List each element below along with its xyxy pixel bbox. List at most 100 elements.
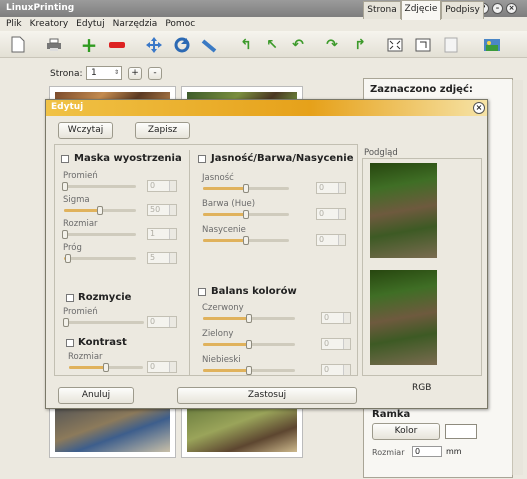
page-spinbox[interactable]: 1 ⇕ [86,66,122,80]
param-label: Jasność [202,173,234,183]
color-swatch[interactable] [445,424,477,439]
param-slider[interactable] [64,254,136,263]
slider-handle[interactable] [103,363,109,372]
param-slider[interactable] [203,210,289,219]
slider-handle[interactable] [246,340,252,349]
blur-checkbox[interactable] [66,294,74,302]
param-slider[interactable] [62,230,136,239]
slider-handle[interactable] [62,318,69,327]
hsb-checkbox[interactable] [198,155,206,163]
param-slider[interactable] [203,314,295,323]
size-label: Rozmiar [372,448,405,457]
param-label: Niebieski [202,355,241,365]
blank-icon[interactable] [441,35,461,54]
tab-captions[interactable]: Podpisy [441,1,484,19]
param-label: Zielony [202,329,234,339]
menu-wizards[interactable]: Kreatory [30,17,69,31]
close-icon[interactable]: × [506,3,517,14]
slider-fill [203,369,249,372]
page-plus-button[interactable]: + [128,67,142,80]
menu-bar: Plik Kreatory Edytuj Narzędzia Pomoc [0,17,527,31]
color-button[interactable]: Kolor [372,423,440,440]
tab-page[interactable]: Strona [363,1,401,19]
param-label: Barwa (Hue) [202,199,256,209]
size-unit: mm [446,447,462,456]
arrow-back-icon[interactable]: ↶ [288,35,308,54]
param-label: Czerwony [202,303,244,313]
contrast-checkbox[interactable] [66,339,74,347]
param-slider[interactable] [203,184,289,193]
arrow-forward-icon[interactable]: ↱ [350,35,370,54]
param-slider[interactable] [64,206,136,215]
new-page-icon[interactable] [8,35,28,54]
menu-tools[interactable]: Narzędzia [113,17,158,31]
preview-label: Podgląd [364,148,398,158]
param-spinbox[interactable]: 0 [316,182,346,194]
menu-edit[interactable]: Edytuj [76,17,104,31]
arrow-up-left-icon[interactable]: ↖ [262,35,282,54]
photo-thumbnail-3[interactable] [50,402,175,457]
slider-handle[interactable] [243,210,249,219]
menu-file[interactable]: Plik [6,17,22,31]
rotate-icon[interactable] [172,35,192,54]
cancel-button[interactable]: Anuluj [58,387,134,404]
param-spinbox[interactable]: 50 [147,204,177,216]
panel-scrollbar[interactable] [512,80,523,475]
param-slider[interactable] [203,340,295,349]
param-slider[interactable] [62,182,136,191]
param-label: Próg [63,243,82,253]
column-divider [189,150,190,375]
arrow-right-icon[interactable]: ↷ [322,35,342,54]
slider-handle[interactable] [97,206,103,215]
add-icon[interactable]: + [79,33,99,57]
slider-handle[interactable] [246,314,252,323]
param-slider[interactable] [69,363,143,372]
param-slider[interactable] [203,236,289,245]
slider-fill [203,213,246,216]
param-spinbox[interactable]: 5 [147,252,177,264]
slider-handle[interactable] [243,184,249,193]
param-spinbox[interactable]: 0 [321,338,351,350]
param-spinbox[interactable]: 0 [316,208,346,220]
slider-fill [203,317,249,320]
export-icon[interactable] [413,35,433,54]
slider-handle[interactable] [246,366,252,375]
flip-icon[interactable] [200,35,220,54]
tab-photo[interactable]: Zdjęcie [401,0,441,20]
load-button[interactable]: Wczytaj [58,122,113,139]
fit-icon[interactable] [385,35,405,54]
remove-icon[interactable] [107,35,127,54]
apply-button[interactable]: Zastosuj [177,387,357,404]
spin-arrows-icon[interactable]: ⇕ [114,67,119,79]
preview-modified-image [370,270,437,365]
sharpen-checkbox[interactable] [61,155,69,163]
param-spinbox[interactable]: 0 [147,180,177,192]
slider-handle[interactable] [64,254,71,263]
selected-photos-heading: Zaznaczono zdjęć: [370,84,473,95]
photo-thumbnail-4[interactable] [182,402,302,457]
settings-icon[interactable] [482,35,502,54]
slider-fill [203,239,246,242]
slider-handle[interactable] [62,230,69,239]
param-spinbox[interactable]: 1 [147,228,177,240]
save-button[interactable]: Zapisz [135,122,190,139]
param-spinbox[interactable]: 0 [321,312,351,324]
menu-help[interactable]: Pomoc [165,17,195,31]
slider-handle[interactable] [243,236,249,245]
param-spinbox[interactable]: 0 [147,361,177,373]
print-icon[interactable] [44,35,64,54]
slider-fill [203,343,249,346]
param-spinbox[interactable]: 0 [321,364,351,376]
size-field[interactable]: 0 [412,446,442,457]
param-spinbox[interactable]: 0 [147,316,177,328]
move-icon[interactable] [144,35,164,54]
arrow-left-icon[interactable]: ↰ [236,35,256,54]
param-slider[interactable] [203,366,295,375]
param-spinbox[interactable]: 0 [316,234,346,246]
param-slider[interactable] [62,318,144,327]
page-minus-button[interactable]: - [148,67,162,80]
dialog-close-icon[interactable]: × [473,102,485,114]
color-balance-checkbox[interactable] [198,288,206,296]
minimize-icon[interactable]: – [492,3,503,14]
slider-handle[interactable] [62,182,69,191]
